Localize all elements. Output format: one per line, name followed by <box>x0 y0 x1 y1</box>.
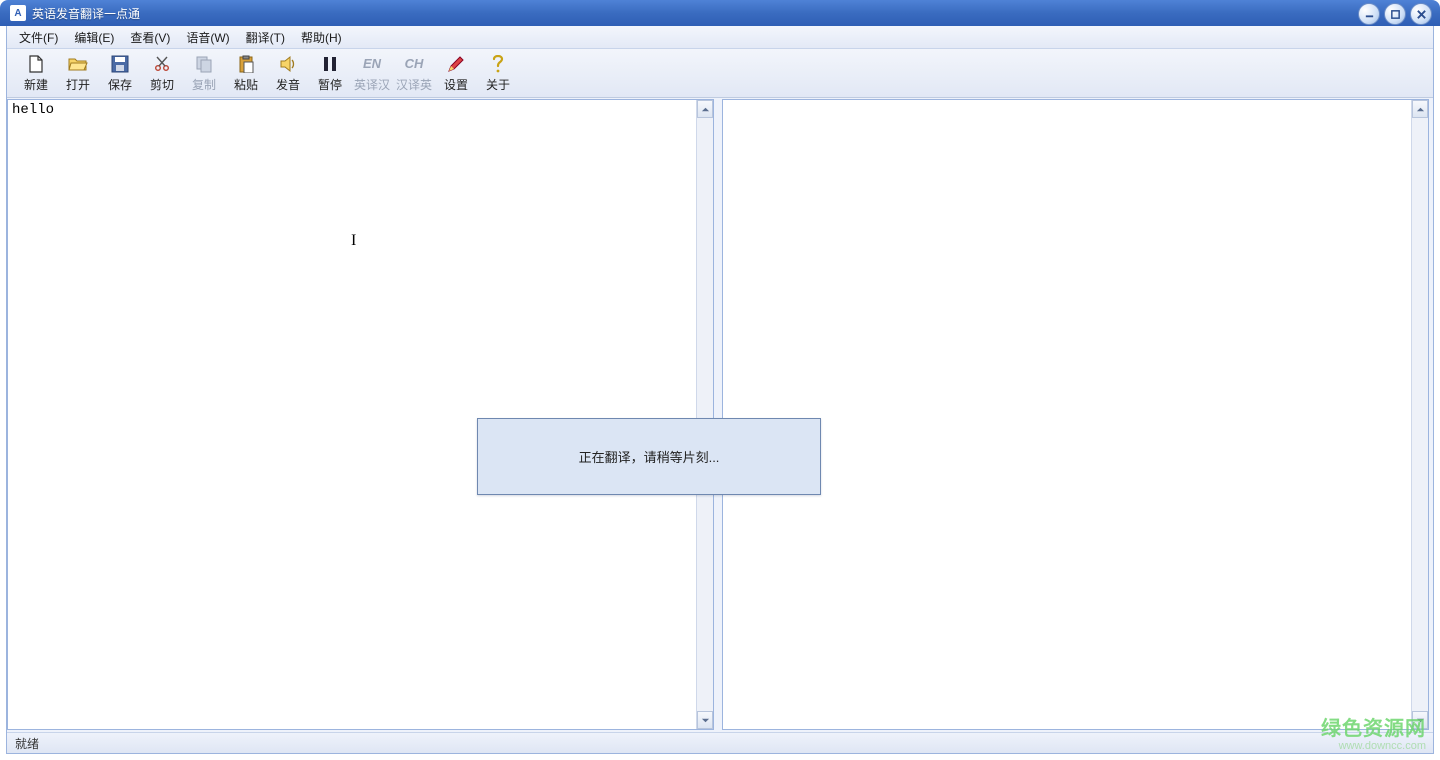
cn2en-label: 汉译英 <box>396 76 432 93</box>
maximize-button[interactable] <box>1384 3 1406 25</box>
about-label: 关于 <box>486 76 510 93</box>
pause-label: 暂停 <box>318 76 342 93</box>
menu-help[interactable]: 帮助(H) <box>293 27 350 48</box>
open-folder-icon <box>68 54 88 74</box>
minimize-button[interactable] <box>1358 3 1380 25</box>
translating-message: 正在翻译，请稍等片刻... <box>579 450 720 465</box>
copy-button[interactable]: 复制 <box>183 51 225 95</box>
toolbar: 新建 打开 保存 剪切 <box>7 49 1433 98</box>
save-icon <box>111 54 129 74</box>
about-button[interactable]: 关于 <box>477 51 519 95</box>
scissors-icon <box>153 54 171 74</box>
open-label: 打开 <box>66 76 90 93</box>
paste-button[interactable]: 粘贴 <box>225 51 267 95</box>
new-file-icon <box>27 54 45 74</box>
speaker-icon <box>279 54 297 74</box>
scroll-down-icon[interactable] <box>1412 711 1428 729</box>
copy-icon <box>195 54 213 74</box>
pause-icon <box>322 54 338 74</box>
window-controls <box>1358 3 1432 25</box>
en-to-cn-button[interactable]: EN 英译汉 <box>351 51 393 95</box>
translating-dialog: 正在翻译，请稍等片刻... <box>477 418 821 495</box>
cut-label: 剪切 <box>150 76 174 93</box>
new-button[interactable]: 新建 <box>15 51 57 95</box>
save-button[interactable]: 保存 <box>99 51 141 95</box>
paste-label: 粘贴 <box>234 76 258 93</box>
target-textarea[interactable] <box>723 100 1411 729</box>
help-icon <box>490 54 506 74</box>
scroll-up-icon[interactable] <box>697 100 713 118</box>
menu-view[interactable]: 查看(V) <box>122 27 178 48</box>
new-label: 新建 <box>24 76 48 93</box>
scroll-track[interactable] <box>1412 118 1428 711</box>
source-pane <box>7 99 714 730</box>
target-pane <box>722 99 1429 730</box>
titlebar[interactable]: A 英语发音翻译一点通 <box>0 0 1440 26</box>
pause-button[interactable]: 暂停 <box>309 51 351 95</box>
en2cn-label: 英译汉 <box>354 76 390 93</box>
paste-icon <box>237 54 255 74</box>
settings-button[interactable]: 设置 <box>435 51 477 95</box>
status-text: 就绪 <box>15 735 39 752</box>
window-title: 英语发音翻译一点通 <box>32 5 140 22</box>
scroll-track[interactable] <box>697 118 713 711</box>
cn-to-en-button[interactable]: CH 汉译英 <box>393 51 435 95</box>
menu-translate[interactable]: 翻译(T) <box>238 27 293 48</box>
pencil-icon <box>447 54 465 74</box>
menu-voice[interactable]: 语音(W) <box>178 27 237 48</box>
application-window: A 英语发音翻译一点通 文件(F) 编辑(E) 查看(V) 语音(W) 翻译(T… <box>0 0 1440 760</box>
app-icon: A <box>10 5 26 21</box>
client-area: 文件(F) 编辑(E) 查看(V) 语音(W) 翻译(T) 帮助(H) 新建 打… <box>6 26 1434 754</box>
source-scrollbar[interactable] <box>696 100 713 729</box>
settings-label: 设置 <box>444 76 468 93</box>
menubar: 文件(F) 编辑(E) 查看(V) 语音(W) 翻译(T) 帮助(H) <box>7 26 1433 49</box>
work-area: I 正在翻译，请稍等片刻... <box>7 98 1433 732</box>
speak-label: 发音 <box>276 76 300 93</box>
source-textarea[interactable] <box>8 100 696 729</box>
menu-file[interactable]: 文件(F) <box>11 27 66 48</box>
ch-icon: CH <box>405 54 424 74</box>
copy-label: 复制 <box>192 76 216 93</box>
speak-button[interactable]: 发音 <box>267 51 309 95</box>
cut-button[interactable]: 剪切 <box>141 51 183 95</box>
statusbar: 就绪 <box>7 732 1433 753</box>
scroll-up-icon[interactable] <box>1412 100 1428 118</box>
target-scrollbar[interactable] <box>1411 100 1428 729</box>
save-label: 保存 <box>108 76 132 93</box>
open-button[interactable]: 打开 <box>57 51 99 95</box>
en-icon: EN <box>363 54 381 74</box>
menu-edit[interactable]: 编辑(E) <box>66 27 122 48</box>
close-button[interactable] <box>1410 3 1432 25</box>
scroll-down-icon[interactable] <box>697 711 713 729</box>
